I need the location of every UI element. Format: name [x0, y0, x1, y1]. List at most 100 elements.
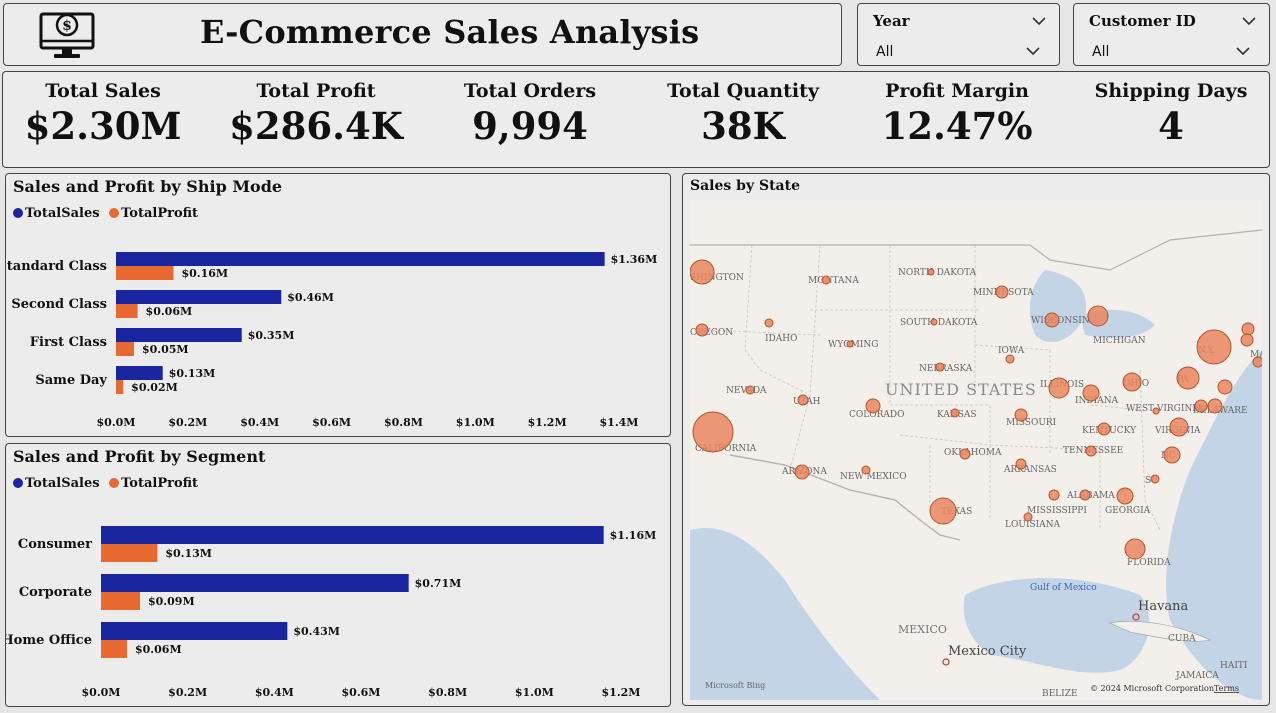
- state-label: NEBRASKA: [919, 364, 973, 374]
- chevron-down-icon[interactable]: [1026, 46, 1040, 56]
- x-tick-label: $0.0M: [97, 416, 136, 429]
- state-sales-bubble: [930, 318, 938, 326]
- state-sales-bubble: [1044, 312, 1060, 328]
- state-sales-bubble: [1087, 305, 1109, 327]
- state-label: LOUISIANA: [1005, 520, 1061, 530]
- sales-bar: [101, 622, 288, 640]
- state-label: Havana: [1138, 599, 1189, 614]
- profit-bar: [101, 544, 158, 562]
- profit-bar: [116, 342, 134, 356]
- x-tick-label: $0.2M: [168, 416, 207, 429]
- terms-link[interactable]: Terms: [1214, 684, 1239, 693]
- sales-data-label: $1.16M: [610, 529, 657, 542]
- sales-data-label: $0.13M: [169, 367, 216, 380]
- state-label: JAMAICA: [1175, 671, 1219, 681]
- state-sales-bubble: [1194, 399, 1208, 413]
- sales-bar: [116, 328, 242, 342]
- kpi-total-profit: Total Profit $286.4K: [211, 80, 421, 148]
- state-sales-bubble: [1048, 377, 1070, 399]
- chevron-down-icon[interactable]: [1236, 46, 1250, 56]
- state-sales-bubble: [995, 285, 1009, 299]
- map-credit: © 2024 Microsoft Corporation: [1090, 684, 1214, 693]
- map-canvas[interactable]: UNITED STATESSHINGTONOREGONIDAHOMONTANAW…: [690, 200, 1262, 700]
- profit-bar: [116, 304, 138, 318]
- pacific-ocean: [690, 528, 880, 700]
- ship-mode-bar-chart[interactable]: Standard Class $1.36M $0.16M Second Class $0…: [6, 174, 672, 438]
- kpi-value: 4: [1158, 104, 1184, 148]
- sales-bar: [101, 526, 604, 544]
- map-basemap: [690, 229, 1262, 700]
- profit-bar: [101, 592, 140, 610]
- category-label: First Class: [30, 335, 107, 350]
- state-sales-bubble: [1169, 417, 1189, 437]
- state-label: FLORIDA: [1127, 558, 1171, 568]
- bing-logo: Microsoft Bing: [705, 681, 765, 690]
- category-label: Corporate: [19, 585, 92, 600]
- x-tick-label: $1.2M: [528, 416, 567, 429]
- state-label: OKLAHOMA: [944, 448, 1002, 458]
- state-label: ARKANSAS: [1003, 465, 1057, 475]
- us-bubble-map[interactable]: UNITED STATESSHINGTONOREGONIDAHOMONTANAW…: [690, 200, 1262, 700]
- profit-data-label: $0.06M: [146, 305, 193, 318]
- state-sales-bubble: [794, 464, 810, 480]
- customer-id-filter-value[interactable]: All: [1092, 44, 1109, 60]
- sales-by-state-map[interactable]: Sales by State UNITED STATES SHINGTON OREG…: [682, 173, 1270, 706]
- great-lakes: [1029, 270, 1086, 343]
- state-sales-bubble: [1015, 458, 1027, 470]
- x-tick-label: $0.0M: [82, 686, 121, 699]
- sales-bar: [116, 252, 605, 266]
- x-tick-label: $1.0M: [515, 686, 554, 699]
- ship-mode-chart[interactable]: Sales and Profit by Ship Mode TotalSales…: [5, 173, 671, 437]
- state-sales-bubble: [1079, 489, 1091, 501]
- kpi-profit-margin: Profit Margin 12.47%: [852, 80, 1062, 148]
- state-sales-bubble: [1085, 445, 1097, 457]
- segment-chart[interactable]: Sales and Profit by Segment TotalSales T…: [5, 443, 671, 707]
- state-sales-bubble: [1196, 329, 1232, 365]
- profit-data-label: $0.02M: [131, 381, 178, 394]
- kpi-label: Total Sales: [45, 80, 161, 102]
- category-label: Standard Class: [6, 259, 107, 274]
- segment-bar-chart[interactable]: Consumer $1.16M $0.13M Corporate $0.71M $0.09…: [6, 444, 672, 708]
- state-label: BELIZE: [1042, 689, 1078, 699]
- kpi-panel: Total Sales $2.30M Total Profit $286.4K …: [2, 71, 1270, 168]
- kpi-total-sales: Total Sales $2.30M: [0, 80, 208, 148]
- sales-data-label: $0.43M: [293, 625, 340, 638]
- state-label: WEST VIRGINIA: [1126, 404, 1203, 414]
- customer-id-filter[interactable]: Customer ID All: [1073, 3, 1270, 66]
- state-label: SOUTH DAKOTA: [900, 318, 978, 328]
- state-label: MISSOURI: [1006, 418, 1057, 428]
- category-label: Home Office: [6, 633, 92, 648]
- country-label: UNITED STATES: [885, 380, 1037, 399]
- customer-id-filter-label: Customer ID: [1089, 12, 1196, 30]
- x-tick-label: $1.0M: [456, 416, 495, 429]
- state-sales-bubble: [1048, 489, 1060, 501]
- state-sales-bubble: [959, 448, 971, 460]
- state-sales-bubble: [1241, 322, 1255, 336]
- state-sales-bubble: [1122, 372, 1142, 392]
- state-sales-bubble: [1124, 538, 1146, 560]
- state-label: IOWA: [998, 346, 1025, 356]
- sales-data-label: $0.35M: [248, 329, 295, 342]
- state-sales-bubble: [1097, 422, 1111, 436]
- state-label: Gulf of Mexico: [1030, 583, 1097, 593]
- year-filter[interactable]: Year All: [857, 3, 1060, 66]
- kpi-label: Total Orders: [463, 80, 597, 102]
- state-label: MEXICO: [898, 623, 947, 636]
- year-filter-value[interactable]: All: [876, 44, 893, 60]
- sales-bar: [116, 290, 282, 304]
- kpi-total-orders: Total Orders 9,994: [425, 80, 635, 148]
- sales-data-label: $0.71M: [415, 577, 462, 590]
- svg-text:$: $: [62, 18, 72, 34]
- collapse-chevron-icon[interactable]: [1242, 16, 1256, 26]
- state-border: [744, 244, 761, 371]
- state-sales-bubble: [927, 268, 935, 276]
- state-label: NORTH DAKOTA: [898, 268, 977, 278]
- profit-data-label: $0.09M: [148, 595, 195, 608]
- collapse-chevron-icon[interactable]: [1032, 16, 1046, 26]
- x-tick-label: $0.8M: [428, 686, 467, 699]
- profit-data-label: $0.13M: [165, 547, 212, 560]
- state-sales-bubble: [821, 275, 831, 285]
- state-sales-bubble: [690, 259, 715, 285]
- state-sales-bubble: [1252, 356, 1262, 368]
- category-label: Second Class: [11, 297, 107, 312]
